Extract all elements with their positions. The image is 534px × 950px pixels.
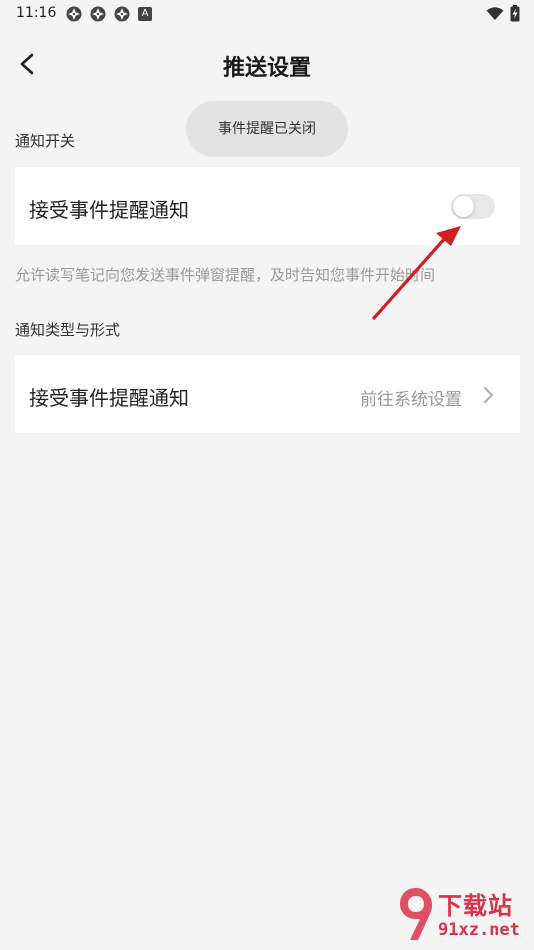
app-icon xyxy=(114,6,130,22)
event-reminder-switch-row: 接受事件提醒通知 xyxy=(15,167,520,245)
event-reminder-hint: 允许读写笔记向您发送事件弹窗提醒，及时告知您事件开始时间 xyxy=(15,266,436,284)
wifi-icon xyxy=(486,6,504,20)
chevron-right-icon xyxy=(483,386,494,404)
status-system-icons xyxy=(486,5,520,22)
watermark: 下载站 91xz.net xyxy=(396,884,530,948)
a-icon: A xyxy=(138,7,152,21)
row-label-event-reminder-system: 接受事件提醒通知 xyxy=(29,386,189,410)
event-reminder-toggle[interactable] xyxy=(451,194,495,219)
battery-charging-icon xyxy=(510,5,520,22)
section-label-notification-switch: 通知开关 xyxy=(15,132,76,150)
page-title: 推送设置 xyxy=(222,56,311,81)
watermark-logo-icon xyxy=(400,888,433,940)
app-icon xyxy=(66,6,82,22)
toggle-knob xyxy=(453,196,474,217)
status-bar: 11:16 A xyxy=(0,0,534,28)
status-time: 11:16 xyxy=(16,5,57,21)
status-notification-icons: A xyxy=(66,6,152,22)
watermark-text-domain: 91xz.net xyxy=(438,920,520,940)
section-label-notification-type: 通知类型与形式 xyxy=(15,321,121,339)
top-bar: 推送设置 xyxy=(0,40,534,88)
watermark-text-site: 下载站 xyxy=(438,892,513,920)
system-settings-row[interactable]: 接受事件提醒通知 前往系统设置 xyxy=(15,355,520,433)
row-label-event-reminder: 接受事件提醒通知 xyxy=(29,198,189,222)
app-icon xyxy=(90,6,106,22)
toast-message: 事件提醒已关闭 xyxy=(186,101,348,157)
go-to-system-settings-link[interactable]: 前往系统设置 xyxy=(360,385,462,410)
